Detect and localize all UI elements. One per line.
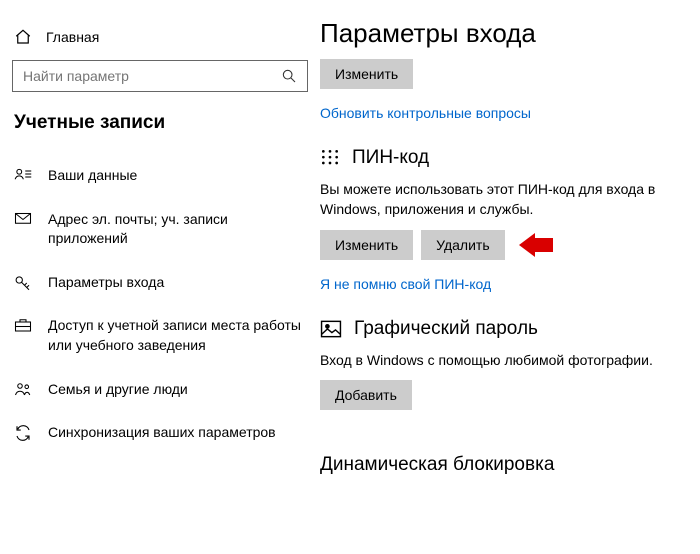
sidebar-item-sync[interactable]: Синхронизация ваших параметров	[12, 411, 308, 455]
pin-change-button[interactable]: Изменить	[320, 230, 413, 260]
search-icon	[281, 68, 297, 84]
home-label: Главная	[46, 29, 99, 45]
pin-header: ПИН-код	[352, 147, 429, 169]
picture-password-section: Графический пароль Вход в Windows с помо…	[320, 318, 700, 410]
pin-delete-button[interactable]: Удалить	[421, 230, 504, 260]
search-input-container[interactable]	[12, 60, 308, 92]
email-icon	[14, 210, 32, 225]
sidebar-item-label: Параметры входа	[48, 273, 164, 293]
page-title: Параметры входа	[320, 18, 700, 49]
pin-keypad-icon	[320, 148, 340, 168]
picture-password-add-button[interactable]: Добавить	[320, 380, 412, 410]
pin-description: Вы можете использовать этот ПИН-код для …	[320, 179, 660, 220]
sidebar-item-label: Адрес эл. почты; уч. записи приложений	[48, 210, 306, 249]
sidebar-item-home[interactable]: Главная	[12, 24, 308, 60]
sidebar-item-label: Семья и другие люди	[48, 380, 188, 400]
main-content: Параметры входа Изменить Обновить контро…	[320, 0, 700, 554]
sidebar-item-label: Доступ к учетной записи места работы или…	[48, 316, 306, 355]
sidebar-item-label: Синхронизация ваших параметров	[48, 423, 276, 443]
pin-section: ПИН-код Вы можете использовать этот ПИН-…	[320, 147, 700, 292]
picture-password-description: Вход в Windows с помощью любимой фотогра…	[320, 350, 660, 370]
picture-password-header: Графический пароль	[354, 318, 538, 340]
sidebar-item-email-accounts[interactable]: Адрес эл. почты; уч. записи приложений	[12, 198, 308, 261]
picture-icon	[320, 320, 342, 338]
sidebar-section-title: Учетные записи	[14, 112, 306, 134]
settings-sidebar: Главная Учетные записи Ваши данные Адрес…	[0, 0, 320, 554]
dynamic-lock-header: Динамическая блокировка	[320, 454, 700, 476]
sidebar-item-family[interactable]: Семья и другие люди	[12, 368, 308, 412]
sidebar-item-signin-options[interactable]: Параметры входа	[12, 261, 308, 305]
home-icon	[14, 28, 32, 46]
update-security-questions-link[interactable]: Обновить контрольные вопросы	[320, 105, 700, 121]
annotation-arrow-icon	[519, 233, 553, 257]
sync-icon	[14, 423, 32, 442]
your-info-icon	[14, 166, 32, 181]
sidebar-item-work-access[interactable]: Доступ к учетной записи места работы или…	[12, 304, 308, 367]
people-icon	[14, 380, 32, 397]
sidebar-item-label: Ваши данные	[48, 166, 137, 186]
sidebar-item-your-info[interactable]: Ваши данные	[12, 154, 308, 198]
search-input[interactable]	[23, 68, 281, 84]
key-icon	[14, 273, 32, 292]
password-change-button[interactable]: Изменить	[320, 59, 413, 89]
briefcase-icon	[14, 316, 32, 333]
forgot-pin-link[interactable]: Я не помню свой ПИН-код	[320, 276, 700, 292]
